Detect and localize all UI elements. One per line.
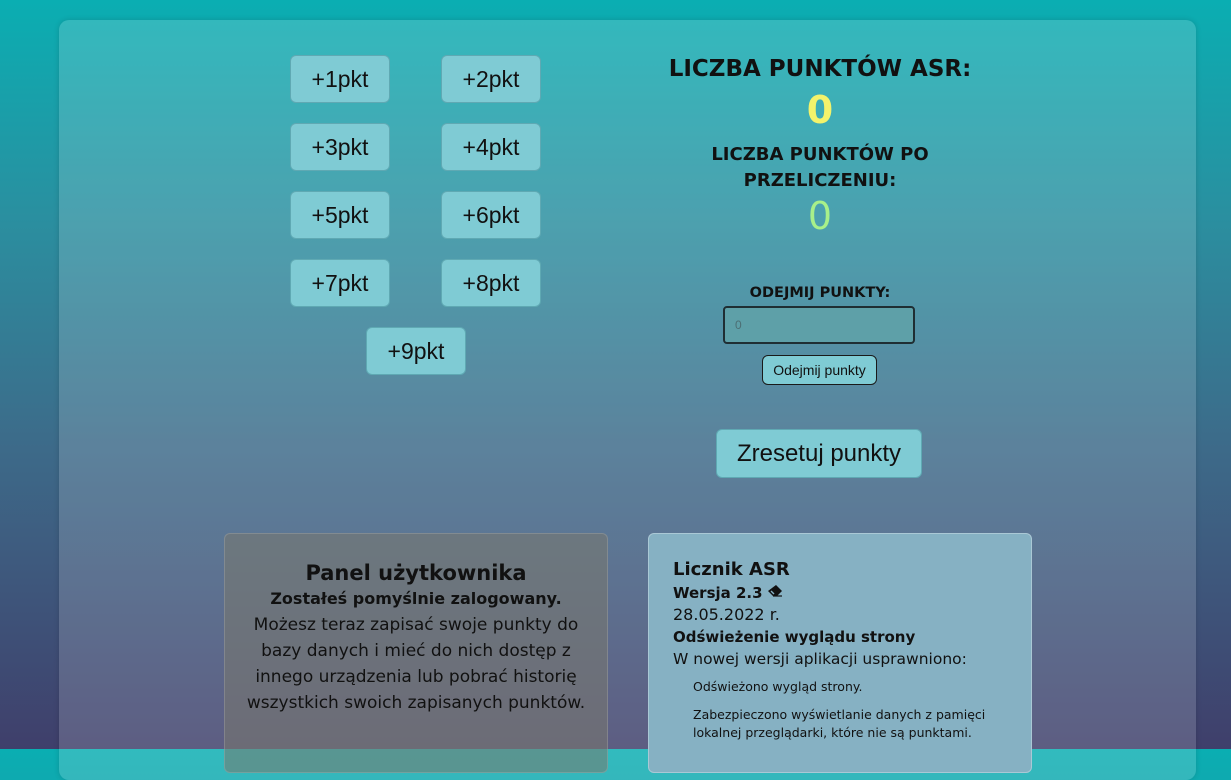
add-7-points-button[interactable]: +7pkt bbox=[290, 259, 390, 307]
app-name: Licznik ASR bbox=[673, 559, 790, 580]
user-panel-description: Możesz teraz zapisać swoje punkty do baz… bbox=[246, 615, 586, 713]
version-line: Wersja 2.3 bbox=[673, 584, 1007, 602]
add-5-points-button[interactable]: +5pkt bbox=[290, 191, 390, 239]
update-title: Odświeżenie wyglądu strony bbox=[673, 628, 916, 646]
add-2-points-button[interactable]: +2pkt bbox=[441, 55, 541, 103]
list-item: Zabezpieczono wyświetlanie danych z pami… bbox=[693, 707, 986, 740]
subtract-points-label: ODEJMIJ PUNKTY: bbox=[749, 285, 891, 301]
update-intro: W nowej wersji aplikacji usprawniono: bbox=[673, 650, 967, 668]
release-date: 28.05.2022 r. bbox=[673, 605, 780, 624]
add-6-points-button[interactable]: +6pkt bbox=[441, 191, 541, 239]
changes-list: Odświeżono wygląd strony. Zabezpieczono … bbox=[673, 678, 1007, 742]
asr-points-label: LICZBA PUNKTÓW ASR: bbox=[668, 56, 972, 82]
subtract-points-button[interactable]: Odejmij punkty bbox=[762, 355, 877, 385]
subtract-points-input[interactable] bbox=[723, 306, 915, 344]
version-info-panel: Licznik ASR Wersja 2.3 28.05.2022 r. Odś… bbox=[648, 533, 1032, 773]
reset-points-button[interactable]: Zresetuj punkty bbox=[716, 429, 922, 478]
add-8-points-button[interactable]: +8pkt bbox=[441, 259, 541, 307]
user-panel: Panel użytkownika Zostałeś pomyślnie zal… bbox=[224, 533, 608, 773]
add-1-point-button[interactable]: +1pkt bbox=[290, 55, 390, 103]
version-label: Wersja 2.3 bbox=[673, 584, 763, 602]
user-panel-subtitle: Zostałeś pomyślnie zalogowany. bbox=[270, 589, 562, 608]
add-9-points-button[interactable]: +9pkt bbox=[366, 327, 466, 375]
converted-points-value: 0 bbox=[807, 194, 833, 238]
add-3-points-button[interactable]: +3pkt bbox=[290, 123, 390, 171]
add-4-points-button[interactable]: +4pkt bbox=[441, 123, 541, 171]
list-item: Odświeżono wygląd strony. bbox=[693, 679, 863, 694]
asr-points-value: 0 bbox=[806, 88, 834, 132]
eraser-icon bbox=[767, 584, 783, 602]
converted-points-label: LICZBA PUNKTÓW PO PRZELICZENIU: bbox=[711, 144, 929, 191]
user-panel-title: Panel użytkownika bbox=[305, 561, 527, 585]
